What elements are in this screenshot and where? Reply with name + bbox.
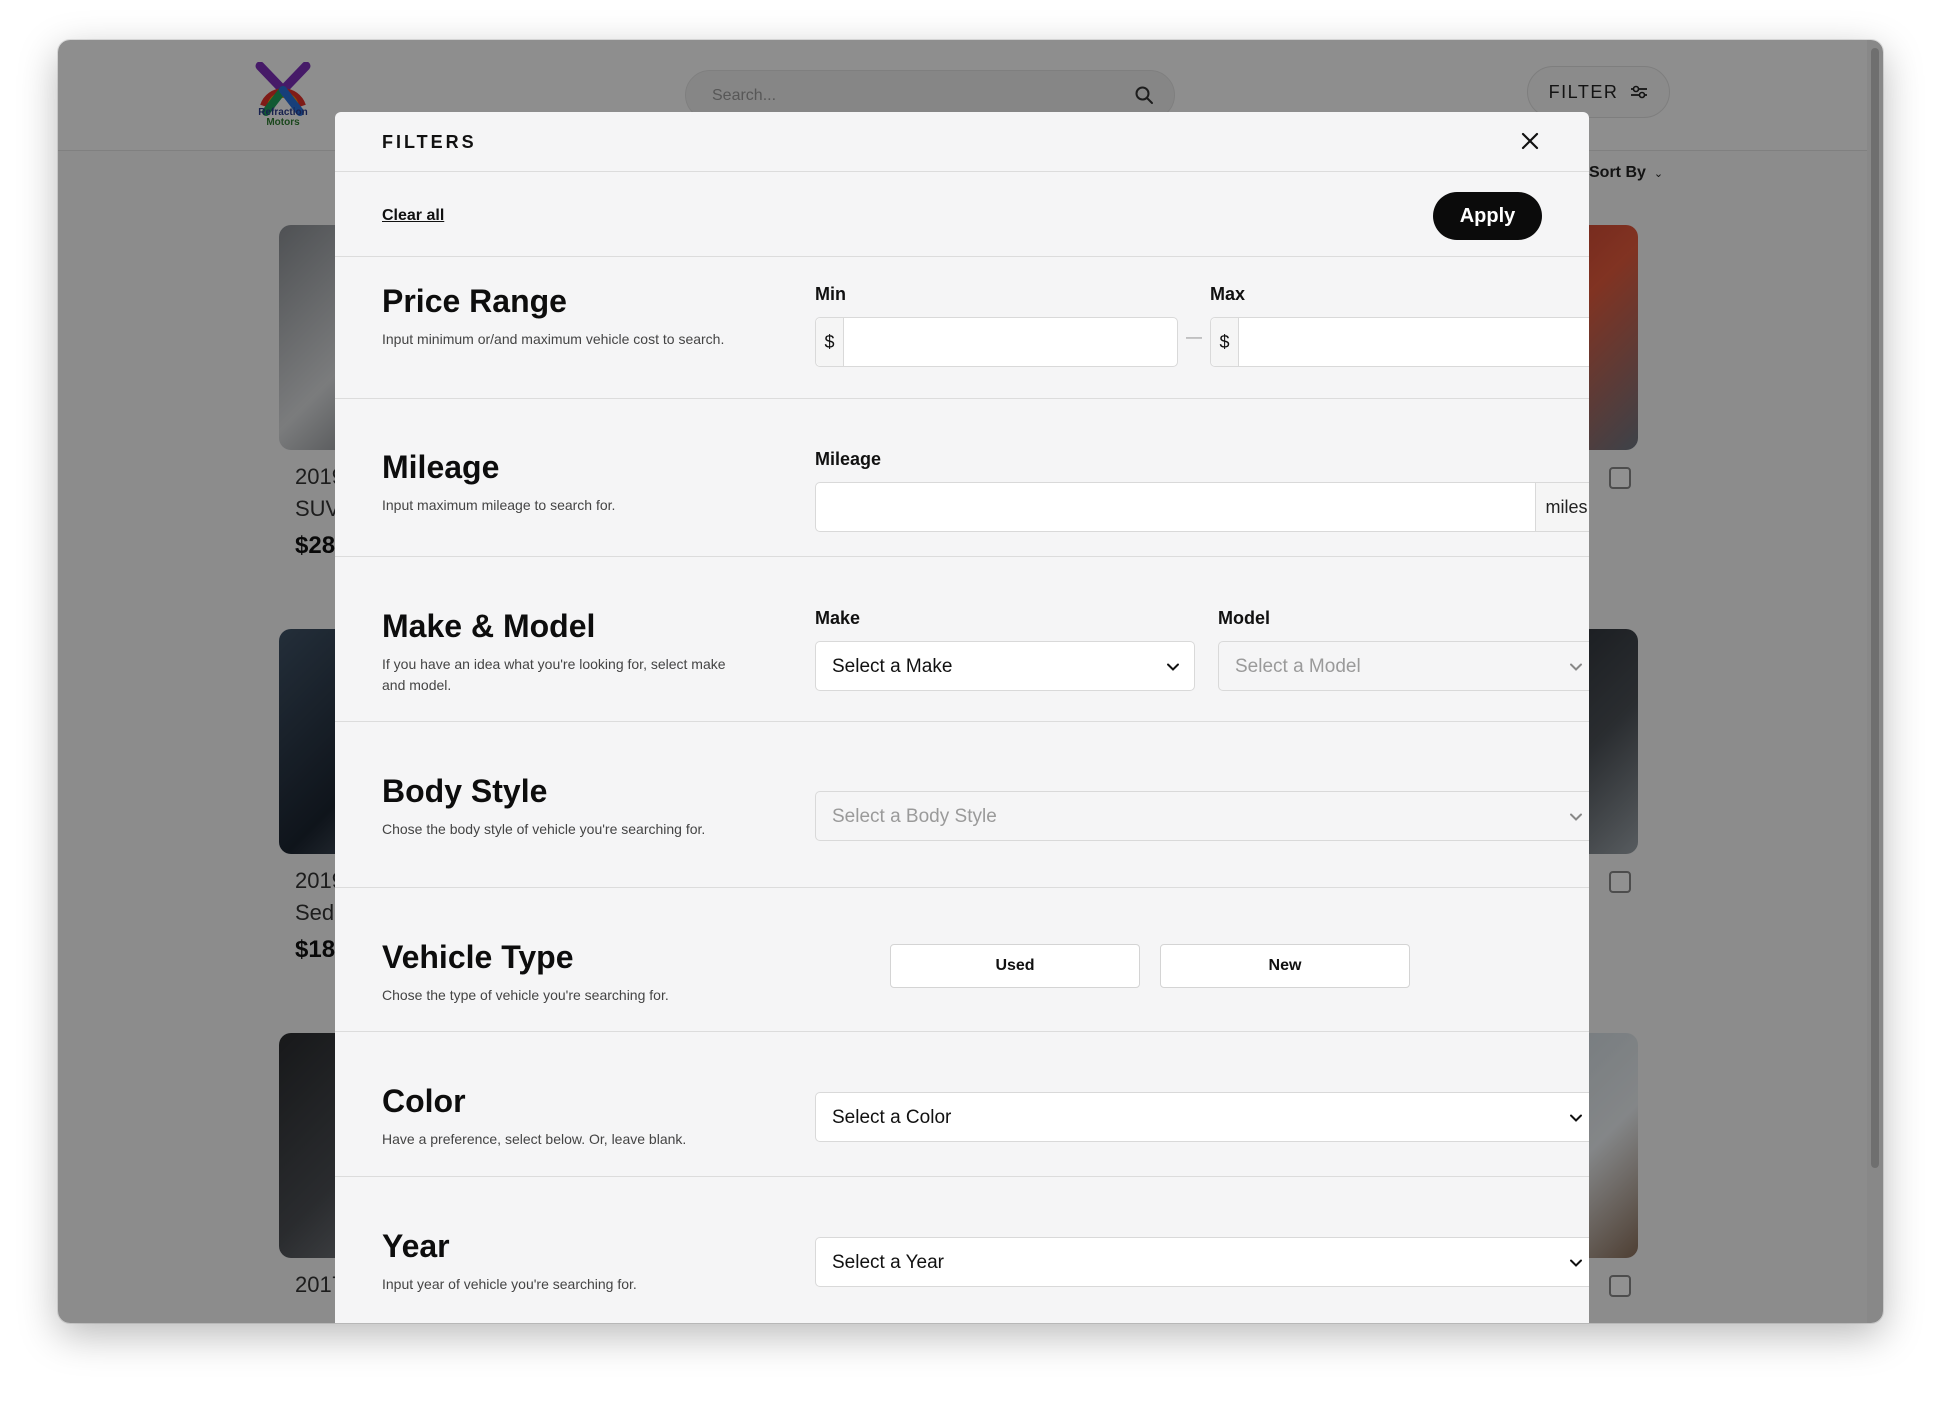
chevron-down-icon xyxy=(1167,663,1179,671)
max-price-label: Max xyxy=(1210,284,1246,304)
filters-modal: FILTERS Clear all Apply Price Range Inpu… xyxy=(335,112,1589,1323)
section-description: Chose the type of vehicle you're searchi… xyxy=(382,987,669,1003)
price-range-section: Price Range Input minimum or/and maximum… xyxy=(335,257,1589,399)
browser-window: Refraction Motors Search... FILTER Sort … xyxy=(58,40,1883,1323)
section-description: Input year of vehicle you're searching f… xyxy=(382,1276,637,1292)
section-description: Chose the body style of vehicle you're s… xyxy=(382,821,706,837)
section-description: Input maximum mileage to search for. xyxy=(382,497,616,513)
section-title: Vehicle Type xyxy=(382,939,574,975)
make-model-section: Make & Model If you have an idea what yo… xyxy=(335,557,1589,722)
min-price-field[interactable]: $ xyxy=(815,317,1178,367)
chevron-down-icon xyxy=(1570,1259,1582,1267)
color-select[interactable]: Select a Color xyxy=(815,1092,1589,1142)
max-price-field[interactable]: $ xyxy=(1210,317,1589,367)
apply-button[interactable]: Apply xyxy=(1433,192,1542,240)
mileage-section: Mileage Input maximum mileage to search … xyxy=(335,399,1589,557)
clear-all-link[interactable]: Clear all xyxy=(382,207,444,225)
body-style-select[interactable]: Select a Body Style xyxy=(815,791,1589,841)
chevron-down-icon xyxy=(1570,663,1582,671)
vehicle-type-section: Vehicle Type Chose the type of vehicle y… xyxy=(335,888,1589,1032)
section-title: Mileage xyxy=(382,449,500,485)
modal-title: FILTERS xyxy=(382,132,477,152)
make-label: Make xyxy=(815,608,861,628)
new-toggle-button[interactable]: New xyxy=(1160,944,1410,988)
close-icon[interactable] xyxy=(1517,128,1543,154)
body-style-select-value: Select a Body Style xyxy=(832,806,997,827)
min-price-label: Min xyxy=(815,284,846,304)
currency-prefix: $ xyxy=(1211,318,1239,366)
mileage-field[interactable]: miles xyxy=(815,482,1589,532)
model-select-value: Select a Model xyxy=(1235,656,1361,677)
inventory-page: Refraction Motors Search... FILTER Sort … xyxy=(58,40,1883,1323)
section-title: Make & Model xyxy=(382,608,596,644)
section-description: Input minimum or/and maximum vehicle cos… xyxy=(382,331,725,347)
make-select[interactable]: Select a Make xyxy=(815,641,1195,691)
chevron-down-icon xyxy=(1570,1114,1582,1122)
mileage-label: Mileage xyxy=(815,449,882,469)
year-section: Year Input year of vehicle you're search… xyxy=(335,1177,1589,1323)
section-title: Body Style xyxy=(382,773,548,809)
body-style-section: Body Style Chose the body style of vehic… xyxy=(335,722,1589,888)
section-description: If you have an idea what you're looking … xyxy=(382,656,726,693)
used-toggle-button[interactable]: Used xyxy=(890,944,1140,988)
section-description: Have a preference, select below. Or, lea… xyxy=(382,1131,687,1147)
chevron-down-icon xyxy=(1570,813,1582,821)
section-title: Color xyxy=(382,1083,466,1119)
section-title: Year xyxy=(382,1228,450,1264)
section-title: Price Range xyxy=(382,283,567,319)
year-select-value: Select a Year xyxy=(832,1252,944,1273)
modal-actions: Clear all Apply xyxy=(335,172,1589,257)
year-select[interactable]: Select a Year xyxy=(815,1237,1589,1287)
make-select-value: Select a Make xyxy=(832,656,953,677)
color-select-value: Select a Color xyxy=(832,1107,952,1128)
modal-header: FILTERS xyxy=(335,112,1589,172)
model-select[interactable]: Select a Model xyxy=(1218,641,1589,691)
color-section: Color Have a preference, select below. O… xyxy=(335,1032,1589,1177)
currency-prefix: $ xyxy=(816,318,844,366)
range-separator: — xyxy=(1186,329,1202,346)
model-label: Model xyxy=(1218,608,1270,628)
miles-suffix: miles xyxy=(1535,483,1589,531)
